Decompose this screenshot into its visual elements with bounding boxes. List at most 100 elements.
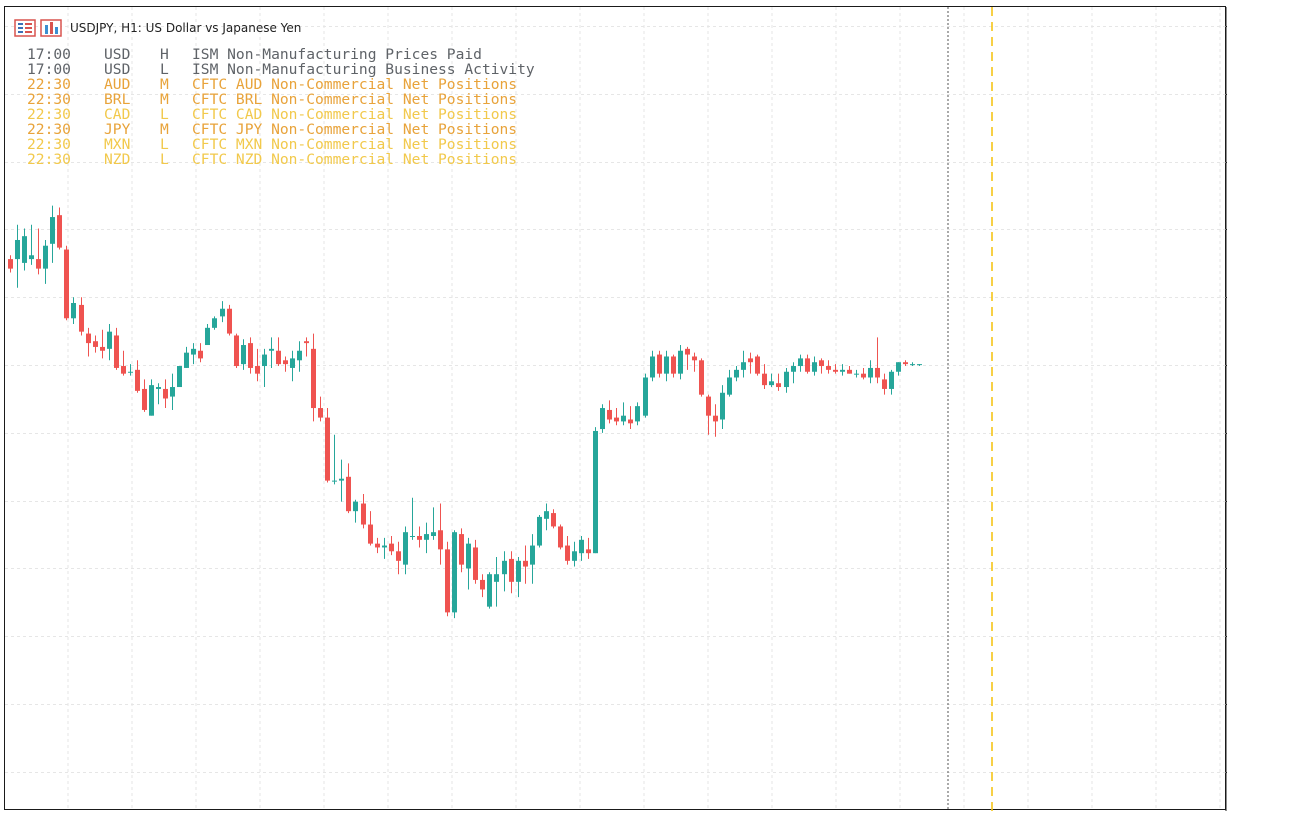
candle-body [184,352,189,368]
candle-body [43,245,48,269]
candle-body [29,255,34,260]
candle-body [177,366,182,388]
candle-body [234,335,239,367]
event-name: CFTC BRL Non-Commercial Net Positions [192,91,518,108]
candle-body [114,335,119,368]
candle-body [325,417,330,481]
candle-body [135,369,140,391]
candle [678,345,683,380]
candle [290,350,295,382]
candle-body [784,371,789,388]
candle [558,524,563,550]
candle [621,402,626,426]
candle [502,551,507,592]
candle-body [389,543,394,552]
candle-body [269,348,274,351]
candle-body [600,408,605,430]
candle [8,255,13,273]
candle [762,364,767,389]
candle-body [459,534,464,565]
calendar-grid-icon[interactable] [14,19,36,37]
candle-body [128,371,133,373]
candle-body [664,356,669,374]
candle [269,337,274,368]
candle-body [805,358,810,372]
candle [713,404,718,437]
candle [79,297,84,336]
candle-body [889,371,894,389]
candle-body [339,478,344,481]
candle [657,350,662,378]
candle-body [424,534,429,540]
candle-body [882,379,887,389]
candle [572,541,577,567]
candle-body [205,327,210,346]
chart-window[interactable]: 161.420161.065160.710160.355160.000159.6… [4,6,1227,811]
candle-body [149,385,154,416]
candle [248,337,253,374]
candle-body [509,558,514,582]
candle-body [812,362,817,372]
candle [64,245,69,321]
candle [635,402,640,426]
event-time: 22:30 [27,151,71,168]
candle [332,434,337,485]
candle [600,404,605,433]
event-importance: L [160,136,169,153]
candle-body [910,364,915,366]
candle [93,335,98,353]
bar-chart-icon[interactable] [40,19,62,37]
event-name: ISM Non-Manufacturing Business Activity [192,61,535,78]
candle-body [791,366,796,372]
candle-body [875,367,880,378]
candle-body [318,408,323,418]
candle-body [657,354,662,374]
candle [854,369,859,378]
event-name: CFTC AUD Non-Commercial Net Positions [192,76,518,93]
candle-body [142,388,147,410]
candle-body [868,367,873,378]
candle-body [480,579,485,590]
event-time: 22:30 [27,136,71,153]
candle [43,239,48,284]
candle-body [713,415,718,422]
candle-body [297,350,302,361]
candle-body [473,547,478,580]
candle-body [917,364,922,366]
candle [741,350,746,378]
candle-body [71,303,76,319]
candle-body [304,341,309,344]
event-row: 22:30 AUD M CFTC AUD Non-Commercial Net Pos… [27,77,535,92]
candle [403,526,408,575]
candle [318,396,323,422]
candle-body [353,501,358,512]
candle [339,459,344,502]
candle [805,354,810,374]
candle-body [840,369,845,372]
candle-body [847,369,852,374]
candle [283,356,288,372]
candle [396,541,401,575]
candle-body [431,532,436,536]
candle-body [241,345,246,365]
candle-body [523,560,528,567]
candle [50,205,55,263]
candle [29,224,34,265]
candle [727,369,732,397]
candle [784,367,789,393]
event-row: 17:00 USD H ISM Non-Manufacturing Prices Pa… [27,47,535,62]
candle [473,539,478,584]
candle [607,400,612,424]
candle [205,324,210,346]
markers [947,7,993,811]
candle-body [417,535,422,540]
candle-body [614,417,619,422]
candle-body [903,362,908,365]
candle-body [720,392,725,420]
candle-body [516,560,521,582]
candle [593,427,598,554]
economic-events-list: 17:00 USD H ISM Non-Manufacturing Prices Pa… [27,47,535,167]
candle [177,366,182,388]
candle-body [734,369,739,378]
candle [445,541,450,617]
